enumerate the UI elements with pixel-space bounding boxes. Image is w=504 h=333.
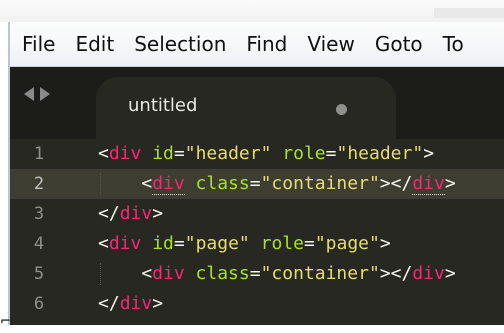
code-token-punct: = — [249, 173, 261, 194]
code-token-attr: class — [195, 173, 250, 194]
code-token-tag: div — [152, 173, 185, 195]
code-token-str: "page" — [184, 233, 250, 254]
desktop-strip — [0, 0, 504, 22]
code-token-punct: < — [98, 233, 109, 254]
code-token-tag: div — [108, 233, 142, 254]
code-text: <div class="container"></div> — [98, 169, 456, 199]
line-number: 5 — [33, 264, 45, 284]
code-token-str: "container" — [260, 263, 380, 284]
line-number: 3 — [33, 204, 45, 224]
triangle-left-icon[interactable] — [24, 87, 34, 101]
code-token-str: "container" — [260, 173, 380, 194]
code-token-attr: id — [152, 233, 174, 254]
code-token-punct: </ — [98, 293, 120, 314]
line-number: 4 — [33, 234, 45, 254]
code-token-punct — [250, 233, 261, 254]
menu-tools[interactable]: To — [433, 32, 474, 56]
triangle-right-icon[interactable] — [40, 87, 50, 101]
code-token-punct: > — [423, 143, 435, 164]
code-token-punct — [185, 263, 196, 284]
code-line[interactable]: 2 <div class="container"></div> — [10, 169, 504, 199]
code-token-punct: = — [173, 233, 185, 254]
code-token-punct: ></ — [379, 263, 413, 284]
menubar: File Edit Selection Find View Goto To — [10, 22, 504, 67]
code-token-tag: div — [119, 203, 153, 224]
code-token-punct: = — [325, 143, 337, 164]
code-token-punct: </ — [98, 203, 120, 224]
code-token-punct — [141, 233, 152, 254]
code-token-punct: = — [249, 263, 261, 284]
code-token-attr: id — [152, 143, 174, 164]
code-token-punct: < — [98, 143, 109, 164]
menu-view[interactable]: View — [297, 32, 364, 56]
code-token-str: "header" — [336, 143, 424, 164]
code-line[interactable]: 4 <div id="page" role="page"> — [10, 229, 504, 259]
menu-file[interactable]: File — [10, 32, 65, 56]
code-token-str: "header" — [184, 143, 272, 164]
code-text: <div class="container"></div> — [98, 259, 456, 289]
tab-title: untitled — [128, 95, 198, 116]
code-token-punct — [141, 143, 152, 164]
code-token-punct — [185, 173, 196, 194]
line-number: 1 — [33, 144, 45, 164]
code-token-punct: > — [152, 293, 164, 314]
code-token-punct: = — [303, 233, 315, 254]
menu-edit[interactable]: Edit — [65, 32, 124, 56]
code-line[interactable]: 3 </div> — [10, 199, 504, 229]
code-token-punct: ></ — [379, 173, 413, 194]
code-line[interactable]: 5 <div class="container"></div> — [10, 259, 504, 289]
code-token-tag: div — [119, 293, 153, 314]
code-token-punct — [271, 143, 282, 164]
tab-nav-arrows — [24, 87, 50, 101]
code-token-punct: > — [379, 233, 391, 254]
code-token-punct: > — [444, 263, 456, 284]
code-token-tag: div — [108, 143, 142, 164]
code-text: <div id="page" role="page"> — [98, 229, 391, 259]
code-text: </div> — [98, 199, 163, 229]
screenshot-frame: File Edit Selection Find View Goto To un… — [0, 0, 504, 333]
code-line[interactable]: 6 </div> — [10, 289, 504, 319]
menu-selection[interactable]: Selection — [124, 32, 236, 56]
desktop-bar — [434, 8, 504, 18]
code-line[interactable]: 1 <div id="header" role="header"> — [10, 139, 504, 169]
code-editor[interactable]: 1 <div id="header" role="header"> 2 <div c… — [10, 139, 504, 325]
code-text: <div id="header" role="header"> — [98, 139, 434, 169]
line-number: 2 — [10, 169, 68, 199]
code-token-tag: div — [152, 263, 185, 284]
dot-icon[interactable] — [336, 104, 347, 115]
code-text: </div> — [98, 289, 163, 319]
code-token-punct: > — [152, 203, 164, 224]
code-token-punct: = — [173, 143, 185, 164]
menu-goto[interactable]: Goto — [365, 32, 433, 56]
code-token-tag: div — [412, 263, 445, 284]
code-token-punct: > — [444, 173, 456, 194]
code-token-tag: div — [412, 173, 445, 195]
corner-glyph: ⌐ — [0, 314, 11, 329]
code-token-punct: < — [98, 173, 153, 194]
menu-find[interactable]: Find — [236, 32, 297, 56]
code-token-punct: < — [98, 263, 153, 284]
editor-window: File Edit Selection Find View Goto To un… — [8, 22, 504, 325]
code-token-str: "page" — [314, 233, 380, 254]
line-number: 6 — [33, 294, 45, 314]
code-token-attr: class — [195, 263, 250, 284]
code-token-attr: role — [282, 143, 326, 164]
code-token-attr: role — [260, 233, 304, 254]
